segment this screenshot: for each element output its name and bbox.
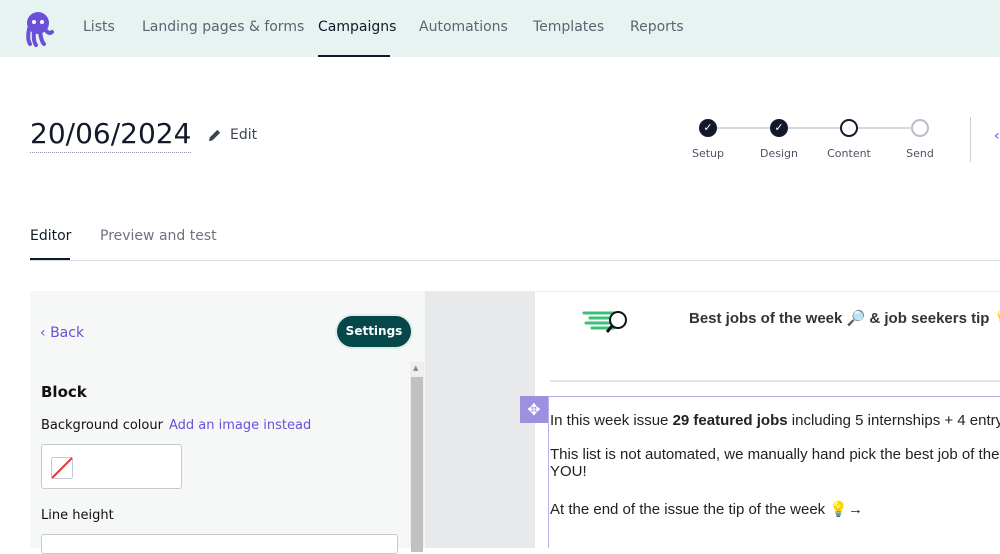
step-connector (788, 127, 840, 129)
step-setup-check-icon[interactable]: ✓ (699, 119, 717, 137)
pencil-icon[interactable] (207, 128, 222, 143)
add-image-link[interactable]: Add an image instead (169, 418, 311, 433)
nav-templates[interactable]: Templates (533, 19, 604, 35)
bg-colour-picker[interactable] (41, 444, 182, 489)
active-tab-indicator (30, 258, 70, 260)
email-paragraph-2-cont[interactable]: YOU! (550, 463, 587, 480)
active-nav-indicator (318, 55, 390, 57)
email-heading[interactable]: Best jobs of the week 🔎 & job seekers ti… (689, 309, 1000, 327)
line-height-label: Line height (41, 508, 114, 523)
line-height-input[interactable] (41, 534, 398, 554)
header-divider (970, 117, 971, 162)
back-label: Back (50, 325, 85, 341)
top-nav: Lists Landing pages & forms Campaigns Au… (0, 0, 1000, 57)
email-divider (550, 380, 1000, 382)
settings-button[interactable]: Settings (337, 316, 411, 347)
jobs-logo-icon (582, 311, 627, 333)
scroll-up-icon[interactable]: ▲ (413, 364, 418, 372)
bg-colour-label: Background colour (41, 418, 163, 433)
step-connector (858, 127, 911, 129)
octopus-logo-icon[interactable] (24, 11, 54, 47)
canvas-gutter (425, 291, 535, 548)
email-paragraph-2[interactable]: This list is not automated, we manually … (550, 446, 1000, 463)
tab-preview[interactable]: Preview and test (100, 228, 217, 244)
step-send-circle-icon[interactable] (911, 119, 929, 137)
step-design-check-icon[interactable]: ✓ (770, 119, 788, 137)
step-label: Send (906, 147, 934, 160)
nav-reports[interactable]: Reports (630, 19, 684, 35)
tab-editor[interactable]: Editor (30, 228, 71, 244)
tabs-divider (30, 260, 1000, 261)
step-content-circle-icon[interactable] (840, 119, 858, 137)
panel-scrollbar[interactable]: ▲ (410, 362, 424, 552)
step-label: Setup (691, 147, 725, 160)
arrow-icon[interactable]: ‹ (994, 128, 1000, 144)
no-colour-swatch-icon (51, 457, 73, 479)
p1-bold: 29 featured jobs (672, 412, 788, 429)
campaign-title[interactable]: 20/06/2024 (30, 116, 192, 153)
email-paragraph-1[interactable]: In this week issue 29 featured jobs incl… (550, 412, 1000, 429)
move-handle-icon[interactable]: ✥ (520, 396, 548, 423)
nav-landing-pages[interactable]: Landing pages & forms (142, 19, 304, 35)
nav-campaigns[interactable]: Campaigns (318, 19, 396, 35)
scrollbar-thumb[interactable] (411, 377, 423, 552)
step-connector (717, 127, 770, 129)
nav-automations[interactable]: Automations (419, 19, 508, 35)
back-link[interactable]: ‹ Back (40, 325, 84, 341)
email-paragraph-3[interactable]: At the end of the issue the tip of the w… (550, 500, 863, 518)
block-heading: Block (41, 383, 87, 401)
edit-title-button[interactable]: Edit (230, 127, 257, 143)
p1-text: In this week issue (550, 412, 673, 429)
step-label: Design (760, 147, 798, 160)
p1-text-end: including 5 internships + 4 entry (787, 412, 1000, 429)
nav-lists[interactable]: Lists (83, 19, 115, 35)
step-label: Content (827, 147, 871, 160)
